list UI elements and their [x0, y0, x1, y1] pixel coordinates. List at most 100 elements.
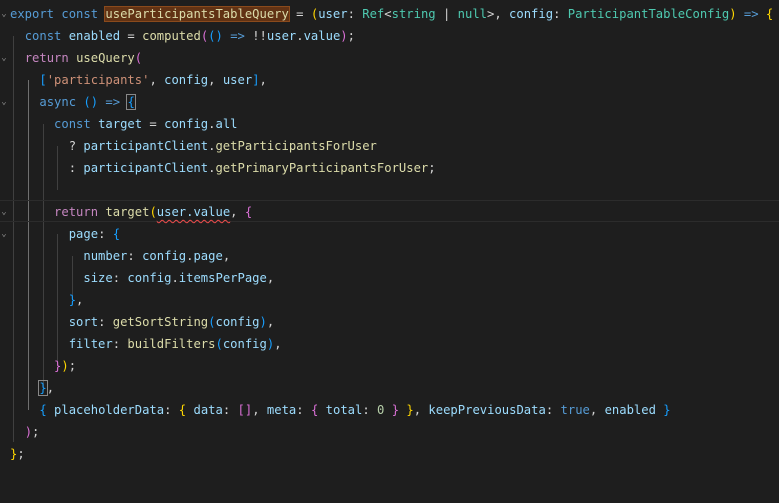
code-token: participantClient	[83, 161, 209, 175]
code-line[interactable]: },	[0, 289, 779, 311]
chevron-down-icon[interactable]: ⌄	[0, 91, 8, 113]
code-line[interactable]: ⌄ return useQuery(	[0, 47, 779, 69]
code-line[interactable]: ⌄ async () => {	[0, 91, 779, 113]
code-token: ;	[428, 161, 436, 175]
code-token: :	[98, 227, 113, 241]
chevron-down-icon[interactable]: ⌄	[0, 223, 8, 245]
code-line[interactable]: ['participants', config, user],	[0, 69, 779, 91]
code-token: meta	[266, 403, 297, 417]
code-token: target	[98, 117, 143, 131]
code-line[interactable]: ? participantClient.getParticipantsForUs…	[0, 135, 779, 157]
chevron-down-icon[interactable]: ⌄	[0, 3, 8, 25]
code-token: {	[244, 205, 253, 219]
code-token: user	[222, 73, 253, 87]
code-line[interactable]: ⌄ return target(user.value, {	[0, 201, 779, 223]
code-token: user.value	[156, 205, 231, 219]
code-token: :	[112, 337, 128, 351]
chevron-down-icon[interactable]: ⌄	[0, 201, 8, 223]
code-token: [	[39, 73, 47, 87]
code-editor[interactable]: ⌄ export const useParticipantsTableQuery …	[0, 0, 779, 503]
code-token: const	[54, 117, 91, 131]
code-token: )	[340, 29, 348, 43]
code-text: sort: getSortString(config),	[10, 311, 275, 333]
code-token: getPrimaryParticipantsForUser	[215, 161, 429, 175]
code-token: ,	[46, 381, 55, 395]
code-token: =	[288, 7, 311, 21]
code-token: ;	[17, 447, 25, 461]
code-text: { placeholderData: { data: [], meta: { t…	[10, 399, 671, 421]
code-token: ,	[266, 315, 275, 329]
code-token: export	[10, 7, 55, 21]
code-line[interactable]: });	[0, 355, 779, 377]
code-token: {	[39, 403, 47, 417]
code-token: :	[164, 403, 179, 417]
code-token: itemsPerPage	[178, 271, 267, 285]
code-token: {	[765, 7, 774, 21]
code-token: {	[126, 94, 136, 110]
code-line[interactable]: },	[0, 377, 779, 399]
code-text: export const useParticipantsTableQuery =…	[10, 3, 773, 25]
chevron-down-icon[interactable]: ⌄	[0, 47, 8, 69]
code-token: ,	[252, 403, 267, 417]
code-text: page: {	[10, 223, 120, 245]
code-line[interactable]: filter: buildFilters(config),	[0, 333, 779, 355]
code-token: :	[98, 315, 113, 329]
code-token: value	[303, 29, 341, 43]
code-token: :	[10, 161, 84, 175]
code-token: data	[193, 403, 223, 417]
code-text: size: config.itemsPerPage,	[10, 267, 274, 289]
code-text: return useQuery(	[10, 47, 142, 69]
code-line[interactable]: const target = config.all	[0, 113, 779, 135]
code-text: );	[10, 421, 40, 443]
code-text: async () => {	[10, 91, 136, 113]
code-text: const target = config.all	[10, 113, 237, 135]
code-token: (	[134, 51, 143, 65]
code-token: |	[435, 7, 458, 21]
code-line[interactable]	[0, 179, 779, 201]
code-line[interactable]: { placeholderData: { data: [], meta: { t…	[0, 399, 779, 421]
code-line[interactable]: : participantClient.getPrimaryParticipan…	[0, 157, 779, 179]
code-token: Ref	[362, 7, 385, 21]
code-token: keepPreviousData	[428, 403, 546, 417]
code-line[interactable]: );	[0, 421, 779, 443]
code-token: }	[663, 403, 671, 417]
code-token: )	[729, 7, 737, 21]
code-token: getSortString	[112, 315, 209, 329]
code-token: const	[24, 29, 62, 43]
code-token: (	[149, 205, 157, 219]
code-line[interactable]: sort: getSortString(config),	[0, 311, 779, 333]
code-line[interactable]: const enabled = computed(() => !!user.va…	[0, 25, 779, 47]
code-token: useParticipantsTableQuery	[104, 6, 290, 22]
code-line[interactable]: };	[0, 443, 779, 465]
code-token: ()	[83, 95, 99, 109]
code-token: >,	[487, 7, 510, 21]
code-text: },	[10, 289, 84, 311]
code-token: config	[142, 249, 187, 263]
code-token: <	[384, 7, 392, 21]
code-token: :	[553, 7, 568, 21]
code-text: const enabled = computed(() => !!user.va…	[10, 25, 355, 47]
code-line[interactable]: number: config.page,	[0, 245, 779, 267]
code-token: .	[171, 271, 179, 285]
code-text: };	[10, 443, 25, 465]
code-text: number: config.page,	[10, 245, 230, 267]
code-line[interactable]: ⌄ export const useParticipantsTableQuery …	[0, 3, 779, 25]
code-token: )	[259, 315, 267, 329]
code-token: :	[127, 249, 143, 263]
code-line[interactable]: size: config.itemsPerPage,	[0, 267, 779, 289]
code-line[interactable]: ⌄ page: {	[0, 223, 779, 245]
code-token: =	[120, 29, 143, 43]
